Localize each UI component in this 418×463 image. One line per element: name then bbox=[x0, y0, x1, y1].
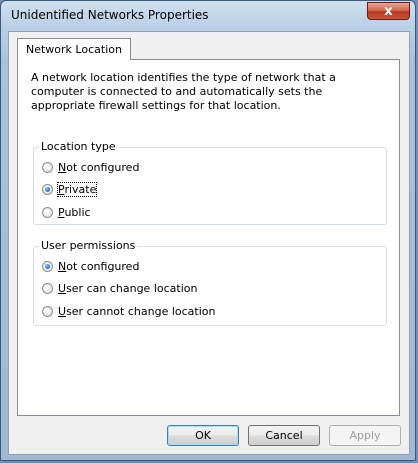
title-bar[interactable]: Unidentified Networks Properties x bbox=[1, 1, 415, 31]
radio-label: Not configured bbox=[58, 259, 140, 273]
dialog-client-area: Network Location A network location iden… bbox=[8, 31, 410, 455]
user-permissions-legend: User permissions bbox=[39, 239, 138, 252]
tab-label: Network Location bbox=[26, 43, 122, 56]
apply-button[interactable]: Apply bbox=[329, 425, 401, 446]
location-type-group: Location type Not configured Private Pub… bbox=[33, 140, 387, 225]
radio-button[interactable] bbox=[42, 206, 53, 218]
radio-button[interactable] bbox=[42, 183, 53, 195]
radio-button[interactable] bbox=[42, 260, 53, 272]
radio-label: Public bbox=[58, 205, 91, 219]
radio-location-public[interactable]: Public bbox=[42, 204, 91, 220]
user-permissions-group: User permissions Not configured User can… bbox=[33, 239, 387, 326]
dialog-window: Unidentified Networks Properties x Netwo… bbox=[0, 0, 416, 461]
radio-permission-cannot-change[interactable]: User cannot change location bbox=[42, 303, 215, 319]
radio-button[interactable] bbox=[42, 161, 53, 173]
ok-button[interactable]: OK bbox=[167, 425, 239, 446]
radio-label: User can change location bbox=[58, 281, 198, 295]
radio-permission-can-change[interactable]: User can change location bbox=[42, 280, 197, 296]
radio-label: Private bbox=[56, 181, 98, 197]
window-title: Unidentified Networks Properties bbox=[11, 8, 209, 22]
tab-network-location[interactable]: Network Location bbox=[17, 38, 131, 60]
close-icon: x bbox=[384, 3, 393, 19]
radio-location-not-configured[interactable]: Not configured bbox=[42, 159, 139, 175]
close-button[interactable]: x bbox=[367, 2, 410, 20]
tab-panel: A network location identifies the type o… bbox=[17, 59, 400, 416]
radio-label: Not configured bbox=[58, 160, 140, 174]
radio-button[interactable] bbox=[42, 282, 53, 294]
radio-button[interactable] bbox=[42, 305, 53, 317]
cancel-button[interactable]: Cancel bbox=[248, 425, 320, 446]
radio-permission-not-configured[interactable]: Not configured bbox=[42, 258, 139, 274]
description-text: A network location identifies the type o… bbox=[31, 71, 336, 112]
radio-label: User cannot change location bbox=[58, 304, 216, 318]
radio-location-private[interactable]: Private bbox=[42, 181, 98, 197]
location-type-legend: Location type bbox=[39, 140, 118, 153]
